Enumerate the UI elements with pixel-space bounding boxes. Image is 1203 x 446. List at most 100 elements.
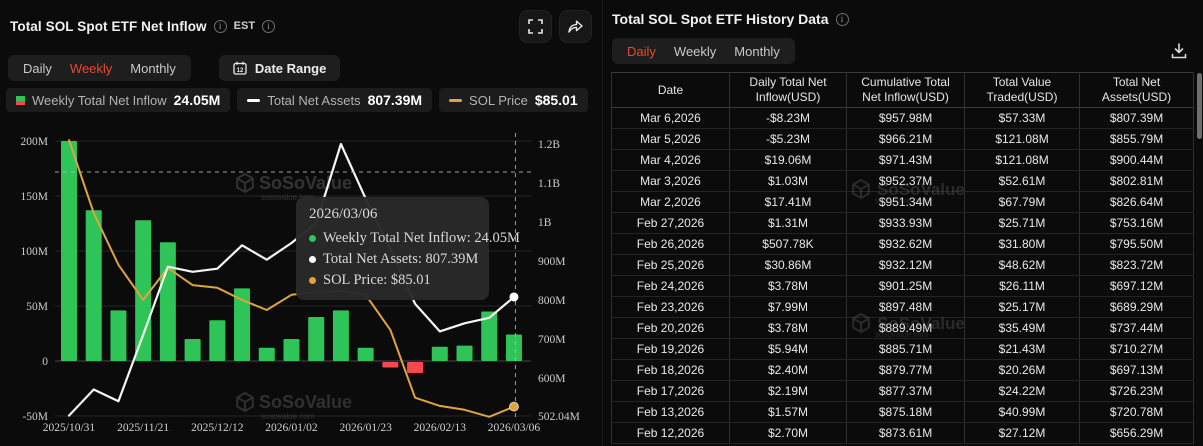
table-row: Feb 25,2026$30.86M$932.12M$48.62M$823.72… bbox=[612, 255, 1194, 276]
value-cell: $900.44M bbox=[1080, 150, 1194, 171]
tooltip-text: Weekly Total Net Inflow: 24.05M bbox=[323, 228, 520, 249]
inflow-bar[interactable] bbox=[432, 347, 448, 361]
table-row: Mar 5,2026-$5.23M$966.21M$121.08M$855.79… bbox=[612, 129, 1194, 150]
date-cell: Mar 2,2026 bbox=[612, 192, 730, 213]
axis-tick-label: 2025/10/31 bbox=[43, 422, 96, 434]
history-data-panel: Total SOL Spot ETF History Data i DailyW… bbox=[602, 0, 1203, 446]
inflow-bar[interactable] bbox=[185, 339, 201, 361]
value-cell: $952.37M bbox=[847, 171, 965, 192]
date-cell: Feb 12,2026 bbox=[612, 423, 730, 444]
inflow-bar[interactable] bbox=[110, 310, 126, 361]
value-cell: $31.80M bbox=[965, 234, 1080, 255]
history-tab-weekly[interactable]: Weekly bbox=[665, 44, 725, 59]
table-row: Feb 27,2026$1.31M$933.93M$25.71M$753.16M bbox=[612, 213, 1194, 234]
history-tab-daily[interactable]: Daily bbox=[618, 44, 665, 59]
tab-daily[interactable]: Daily bbox=[14, 61, 61, 76]
value-cell: $24.22M bbox=[965, 381, 1080, 402]
legend-item[interactable]: Total Net Assets807.39M bbox=[237, 88, 432, 112]
interval-tab-group: DailyWeeklyMonthly bbox=[8, 55, 191, 81]
table-scrollbar[interactable] bbox=[1197, 73, 1202, 139]
value-cell: $30.86M bbox=[730, 255, 847, 276]
inflow-bar[interactable] bbox=[506, 335, 522, 361]
chart-title: Total SOL Spot ETF Net Inflow bbox=[10, 19, 207, 34]
inflow-bar[interactable] bbox=[333, 310, 349, 361]
table-row: Mar 4,2026$19.06M$971.43M$121.08M$900.44… bbox=[612, 150, 1194, 171]
inflow-bar[interactable] bbox=[358, 348, 374, 361]
axis-tick-label: 200M bbox=[21, 136, 48, 148]
value-cell: $121.08M bbox=[965, 150, 1080, 171]
info-icon[interactable]: i bbox=[262, 20, 275, 33]
net-inflow-chart-panel: SoSoValuesosovalue.comSoSoValuesosovalue… bbox=[0, 0, 600, 446]
inflow-bar[interactable] bbox=[160, 242, 176, 361]
table-row: Feb 12,2026$2.70M$873.61M$27.12M$656.29M bbox=[612, 423, 1194, 444]
inflow-bar[interactable] bbox=[283, 339, 299, 361]
inflow-bar[interactable] bbox=[209, 320, 225, 361]
green-dot-icon bbox=[309, 235, 316, 242]
tooltip-date: 2026/03/06 bbox=[309, 206, 476, 223]
inflow-bar[interactable] bbox=[382, 362, 398, 368]
inflow-bar[interactable] bbox=[308, 317, 324, 361]
table-row: Feb 17,2026$2.19M$877.37M$24.22M$726.23M bbox=[612, 381, 1194, 402]
tooltip-row: Weekly Total Net Inflow: 24.05M bbox=[309, 228, 476, 249]
date-range-button[interactable]: 12 Date Range bbox=[219, 55, 341, 81]
value-cell: -$5.23M bbox=[730, 129, 847, 150]
value-cell: -$8.23M bbox=[730, 108, 847, 129]
legend-value: 24.05M bbox=[174, 92, 221, 108]
date-cell: Mar 3,2026 bbox=[612, 171, 730, 192]
value-cell: $35.49M bbox=[965, 318, 1080, 339]
table-row: Feb 19,2026$5.94M$885.71M$21.43M$710.27M bbox=[612, 339, 1194, 360]
download-button[interactable] bbox=[1168, 40, 1190, 62]
value-cell: $17.41M bbox=[730, 192, 847, 213]
date-cell: Feb 18,2026 bbox=[612, 360, 730, 381]
value-cell: $656.29M bbox=[1080, 423, 1194, 444]
axis-tick-label: 2026/01/23 bbox=[339, 422, 392, 434]
value-cell: $889.49M bbox=[847, 318, 965, 339]
tab-monthly[interactable]: Monthly bbox=[121, 61, 185, 76]
value-cell: $48.62M bbox=[965, 255, 1080, 276]
fullscreen-button[interactable] bbox=[519, 10, 552, 43]
info-icon[interactable]: i bbox=[214, 20, 227, 33]
date-cell: Feb 25,2026 bbox=[612, 255, 730, 276]
fullscreen-icon bbox=[528, 19, 543, 34]
axis-tick-label: 600M bbox=[538, 373, 565, 385]
inflow-bar[interactable] bbox=[457, 346, 473, 361]
legend-label: Weekly Total Net Inflow bbox=[32, 93, 167, 108]
value-cell: $933.93M bbox=[847, 213, 965, 234]
value-cell: $3.78M bbox=[730, 276, 847, 297]
value-cell: $2.40M bbox=[730, 360, 847, 381]
value-cell: $40.99M bbox=[965, 402, 1080, 423]
value-cell: $823.72M bbox=[1080, 255, 1194, 276]
date-cell: Feb 24,2026 bbox=[612, 276, 730, 297]
value-cell: $957.98M bbox=[847, 108, 965, 129]
value-cell: $19.06M bbox=[730, 150, 847, 171]
value-cell: $885.71M bbox=[847, 339, 965, 360]
table-row: Mar 2,2026$17.41M$951.34M$67.79M$826.64M bbox=[612, 192, 1194, 213]
legend-item[interactable]: SOL Price$85.01 bbox=[439, 88, 588, 112]
sol-price-endpoint-dot bbox=[509, 402, 518, 411]
history-interval-tab-group: DailyWeeklyMonthly bbox=[612, 38, 795, 64]
info-icon[interactable]: i bbox=[836, 13, 849, 26]
inflow-bar[interactable] bbox=[407, 362, 423, 373]
value-cell: $52.61M bbox=[965, 171, 1080, 192]
share-button[interactable] bbox=[559, 10, 592, 43]
value-cell: $121.08M bbox=[965, 129, 1080, 150]
legend-item[interactable]: Weekly Total Net Inflow 24.05M bbox=[6, 88, 230, 112]
tab-weekly[interactable]: Weekly bbox=[61, 61, 121, 76]
download-icon bbox=[1170, 42, 1188, 60]
table-row: Feb 18,2026$2.40M$879.77M$20.26M$697.13M bbox=[612, 360, 1194, 381]
value-cell: $826.64M bbox=[1080, 192, 1194, 213]
axis-tick-label: 1.2B bbox=[538, 139, 560, 151]
date-cell: Mar 5,2026 bbox=[612, 129, 730, 150]
value-cell: $20.26M bbox=[965, 360, 1080, 381]
date-cell: Mar 6,2026 bbox=[612, 108, 730, 129]
inflow-bar[interactable] bbox=[259, 348, 275, 361]
history-tab-monthly[interactable]: Monthly bbox=[725, 44, 789, 59]
axis-tick-label: 1B bbox=[538, 217, 552, 229]
value-cell: $5.94M bbox=[730, 339, 847, 360]
inflow-bar[interactable] bbox=[61, 141, 77, 361]
timezone-label: EST bbox=[234, 20, 255, 32]
value-cell: $27.12M bbox=[965, 423, 1080, 444]
value-cell: $901.25M bbox=[847, 276, 965, 297]
value-cell: $7.99M bbox=[730, 297, 847, 318]
inflow-bar[interactable] bbox=[86, 210, 102, 361]
